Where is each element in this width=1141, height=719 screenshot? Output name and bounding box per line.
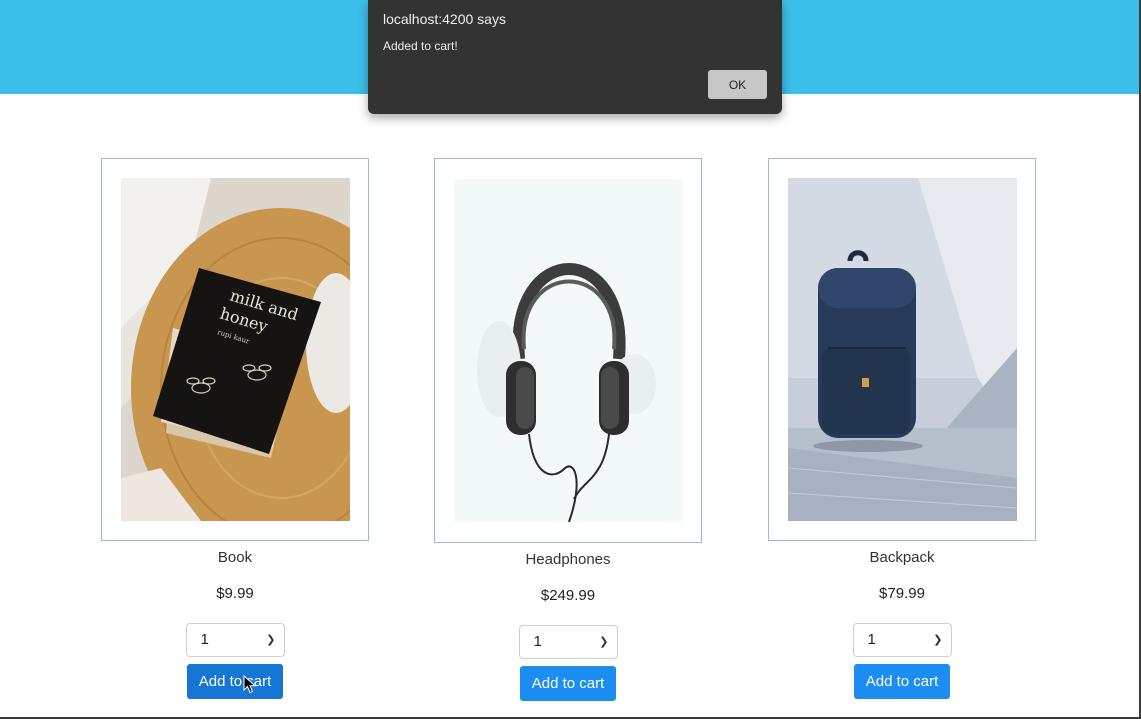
product-image-frame [768,158,1036,541]
mouse-cursor-icon [243,675,257,694]
product-name: Headphones [525,551,611,568]
quantity-value: 1 [867,631,876,648]
quantity-select[interactable]: 1 ❯ [185,623,285,657]
product-name: Backpack [869,549,935,566]
product-price: $9.99 [216,585,254,602]
product-card-backpack: Backpack $79.99 1 ❯ Add to cart [768,158,1036,699]
add-to-cart-button[interactable]: Add to cart [186,664,284,699]
add-to-cart-button[interactable]: Add to cart [519,666,617,701]
product-card-book: milk and honey rupi kaur Book $9.99 1 ❯ … [101,158,369,699]
product-price: $79.99 [879,585,925,602]
product-image-frame [434,158,702,543]
quantity-value: 1 [200,631,209,648]
backpack-image [788,178,1017,521]
product-name: Book [217,549,253,566]
alert-dialog: localhost:4200 says Added to cart! OK [368,0,782,114]
alert-message: Added to cart! [383,39,458,53]
product-image-frame: milk and honey rupi kaur [101,158,369,541]
book-image: milk and honey rupi kaur [121,178,350,521]
quantity-select[interactable]: 1 ❯ [852,623,952,657]
product-card-headphones: Headphones $249.99 1 ❯ Add to cart [434,158,702,701]
chevron-down-icon: ❯ [933,634,943,646]
product-price: $249.99 [540,587,596,604]
quantity-value: 1 [533,633,542,650]
add-to-cart-button[interactable]: Add to cart [853,664,951,699]
chevron-down-icon: ❯ [266,634,276,646]
quantity-select[interactable]: 1 ❯ [518,625,618,659]
headphones-image [454,179,683,522]
alert-title: localhost:4200 says [383,11,506,27]
ok-button[interactable]: OK [708,70,767,99]
chevron-down-icon: ❯ [599,636,609,648]
